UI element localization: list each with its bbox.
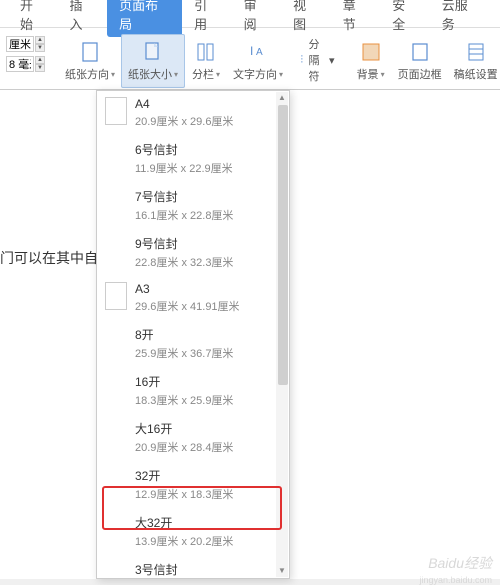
margin-top-input[interactable]: [6, 36, 34, 52]
watermark-sub: jingyan.baidu.com: [419, 575, 492, 585]
paper-option-name: 16开: [135, 373, 233, 390]
ribbon: ▲ ▼ ▲ ▼ 纸张方向▾ 纸张大小▾: [0, 28, 500, 90]
paper-size-dropdown: A4 20.9厘米 x 29.6厘米 6号信封 11.9厘米 x 22.9厘米 7号信封…: [96, 90, 290, 579]
paper-option-name: 8开: [135, 326, 233, 343]
scroll-up-icon[interactable]: ▲: [276, 92, 288, 104]
paper-size-option[interactable]: 大16开 20.9厘米 x 28.4厘米: [97, 414, 289, 461]
scroll-down-icon[interactable]: ▼: [276, 565, 288, 577]
tab-chapter[interactable]: 章节: [331, 0, 381, 37]
page-orientation-icon: [78, 40, 102, 64]
paper-size-list[interactable]: A4 20.9厘米 x 29.6厘米 6号信封 11.9厘米 x 22.9厘米 7号信封…: [97, 91, 289, 578]
paper-option-dimensions: 18.3厘米 x 25.9厘米: [135, 392, 233, 408]
tab-cloud[interactable]: 云服务: [430, 0, 492, 37]
page-border-icon: [408, 40, 432, 64]
paper-size-option[interactable]: 3号信封12.4厘米 x 17.5厘米: [97, 555, 289, 578]
paper-option-name: 3号信封: [135, 561, 233, 578]
text-direction-icon: IA: [246, 40, 270, 64]
watermark: Baidu经验: [428, 553, 492, 573]
spin-down-icon[interactable]: ▼: [35, 64, 45, 72]
paper-size-option[interactable]: A3 29.6厘米 x 41.91厘米: [97, 276, 289, 320]
paper-size-icon: [141, 40, 165, 64]
paper-option-dimensions: 20.9厘米 x 29.6厘米: [135, 113, 233, 129]
paper-thumb-icon: [105, 420, 127, 448]
paper-option-name: 大32开: [135, 514, 233, 531]
paper-size-option[interactable]: 7号信封 16.1厘米 x 22.8厘米: [97, 182, 289, 229]
paper-option-name: 6号信封: [135, 141, 233, 158]
svg-text:I: I: [250, 44, 253, 58]
paper-size-option[interactable]: 16开 18.3厘米 x 25.9厘米: [97, 367, 289, 414]
paper-thumb-icon: [105, 561, 127, 578]
spin-up-icon[interactable]: ▲: [35, 56, 45, 64]
orientation-button[interactable]: 纸张方向▾: [59, 34, 121, 88]
paper-option-dimensions: 16.1厘米 x 22.8厘米: [135, 207, 233, 223]
tab-review[interactable]: 审阅: [232, 0, 282, 37]
paper-thumb-icon: [105, 326, 127, 354]
margin-spinners: ▲ ▼ ▲ ▼: [0, 34, 51, 74]
paper-thumb-icon: [105, 467, 127, 495]
paper-thumb-icon: [105, 188, 127, 216]
paper-size-option[interactable]: 8开 25.9厘米 x 36.7厘米: [97, 320, 289, 367]
paper-option-dimensions: 13.9厘米 x 20.2厘米: [135, 533, 233, 549]
paper-size-button[interactable]: 纸张大小▾: [121, 34, 185, 88]
tab-insert[interactable]: 插入: [58, 0, 108, 37]
section-break-icon: ⫶: [298, 53, 305, 67]
tab-security[interactable]: 安全: [380, 0, 430, 37]
paper-option-name: A3: [135, 282, 240, 296]
paper-size-option[interactable]: A4 20.9厘米 x 29.6厘米: [97, 91, 289, 135]
spin-up-icon[interactable]: ▲: [35, 36, 45, 44]
paper-option-name: 32开: [135, 467, 233, 484]
tab-layout[interactable]: 页面布局: [107, 0, 182, 37]
paper-option-dimensions: 11.9厘米 x 22.9厘米: [135, 160, 233, 176]
paper-thumb-icon: [105, 235, 127, 263]
paper-thumb-icon: [105, 97, 127, 125]
chevron-down-icon: ▾: [329, 54, 335, 67]
paper-option-name: A4: [135, 97, 233, 111]
paper-option-dimensions: 12.9厘米 x 18.3厘米: [135, 486, 233, 502]
paper-size-option[interactable]: 大32开 13.9厘米 x 20.2厘米: [97, 508, 289, 555]
chevron-down-icon: ▾: [111, 70, 115, 79]
paper-option-dimensions: 20.9厘米 x 28.4厘米: [135, 439, 233, 455]
paper-size-option[interactable]: 6号信封 11.9厘米 x 22.9厘米: [97, 135, 289, 182]
columns-icon: [194, 40, 218, 64]
spin-down-icon[interactable]: ▼: [35, 44, 45, 52]
manuscript-icon: [464, 40, 488, 64]
paper-thumb-icon: [105, 373, 127, 401]
margin-bottom-input[interactable]: [6, 56, 34, 72]
svg-text:A: A: [256, 47, 263, 58]
paper-option-dimensions: 29.6厘米 x 41.91厘米: [135, 298, 240, 314]
section-break-button[interactable]: ⫶ 分隔符▾: [295, 34, 338, 86]
paper-option-name: 大16开: [135, 420, 233, 437]
paper-option-name: 9号信封: [135, 235, 233, 252]
background-icon: [359, 40, 383, 64]
scrollbar-thumb[interactable]: [278, 105, 288, 385]
page-border-button[interactable]: 页面边框: [392, 34, 448, 88]
tab-view[interactable]: 视图: [281, 0, 331, 37]
paper-thumb-icon: [105, 282, 127, 310]
paper-size-option[interactable]: 32开 12.9厘米 x 18.3厘米: [97, 461, 289, 508]
background-button[interactable]: 背景▾: [350, 34, 392, 88]
paper-option-name: 7号信封: [135, 188, 233, 205]
chevron-down-icon: ▾: [381, 70, 385, 79]
chevron-down-icon: ▾: [174, 70, 178, 79]
chevron-down-icon: ▾: [216, 70, 220, 79]
chevron-down-icon: ▾: [279, 70, 283, 79]
columns-button[interactable]: 分栏▾: [185, 34, 227, 88]
paper-option-dimensions: 25.9厘米 x 36.7厘米: [135, 345, 233, 361]
manuscript-button[interactable]: 稿纸设置: [448, 34, 500, 88]
menu-bar: 开始 插入 页面布局 引用 审阅 视图 章节 安全 云服务: [0, 0, 500, 28]
tab-reference[interactable]: 引用: [182, 0, 232, 37]
tab-start[interactable]: 开始: [8, 0, 58, 37]
paper-size-option[interactable]: 9号信封 22.8厘米 x 32.3厘米: [97, 229, 289, 276]
paper-option-dimensions: 22.8厘米 x 32.3厘米: [135, 254, 233, 270]
text-direction-button[interactable]: IA 文字方向▾: [227, 34, 289, 88]
paper-thumb-icon: [105, 141, 127, 169]
paper-thumb-icon: [105, 514, 127, 542]
